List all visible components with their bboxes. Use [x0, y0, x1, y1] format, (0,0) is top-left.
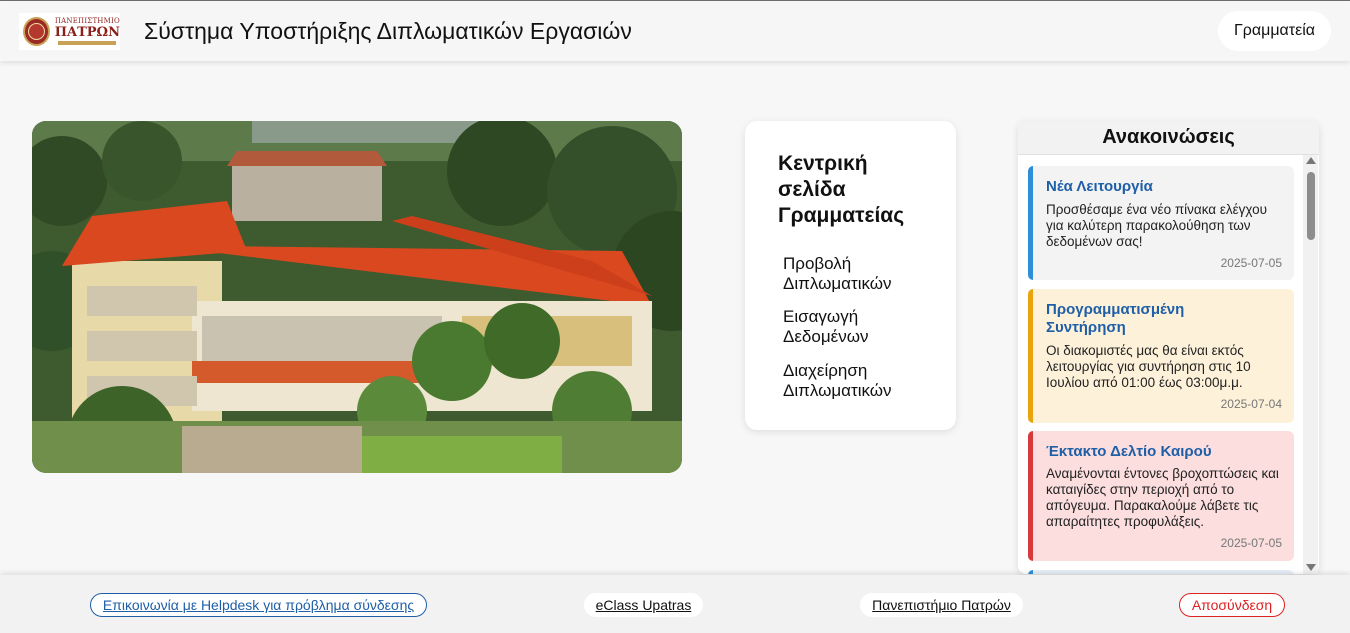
university-link[interactable]: Πανεπιστήμιο Πατρών	[860, 593, 1023, 617]
announcements-list[interactable]: Νέα Λειτουργία Προσθέσαμε ένα νέο πίνακα…	[1018, 156, 1306, 574]
announcement-card: Νέα Λειτουργία Προσθέσαμε ένα νέο πίνακα…	[1028, 166, 1294, 280]
eclass-link[interactable]: eClass Upatras	[584, 593, 703, 617]
scroll-up-arrow-icon[interactable]	[1306, 157, 1316, 164]
announcement-body: Αναμένονται έντονες βροχοπτώσεις και κατ…	[1046, 466, 1279, 529]
announcement-card: Έκτακτο Δελτίο Καιρού Αναμένονται έντονε…	[1028, 431, 1294, 561]
announcement-date: 2025-07-04	[1220, 397, 1282, 411]
announcements-title: Ανακοινώσεις	[1102, 126, 1235, 148]
announcement-card-partial	[1028, 570, 1294, 574]
announcement-date: 2025-07-05	[1220, 256, 1282, 270]
announcement-body: Οι διακομιστές μας θα είναι εκτός λειτου…	[1046, 343, 1251, 390]
announcements-header: Ανακοινώσεις	[1018, 121, 1319, 155]
menu-item-manage-theses[interactable]: Διαχείρηση Διπλωματικών	[783, 361, 943, 401]
logo-line1: ΠΑΝΕΠΙΣΤΗΜΙΟ	[54, 17, 120, 25]
footer: Επικοινωνία με Helpdesk για πρόβλημα σύν…	[0, 575, 1350, 633]
scroll-thumb[interactable]	[1307, 172, 1315, 240]
logo-underline	[58, 41, 117, 45]
university-logo[interactable]: ΠΑΝΕΠΙΣΤΗΜΙΟ ΠΑΤΡΩΝ	[19, 13, 120, 50]
helpdesk-link[interactable]: Επικοινωνία με Helpdesk για πρόβλημα σύν…	[90, 593, 427, 617]
announcements-scrollbar[interactable]	[1303, 155, 1318, 574]
announcement-title: Έκτακτο Δελτίο Καιρού	[1046, 443, 1212, 460]
campus-photo	[32, 121, 682, 473]
page-title: Σύστημα Υποστήριξης Διπλωματικών Εργασιώ…	[144, 18, 632, 44]
menu-item-import-data[interactable]: Εισαγωγή Δεδομένων	[783, 307, 943, 347]
scroll-down-arrow-icon[interactable]	[1306, 564, 1316, 571]
logo-line2: ΠΑΤΡΩΝ	[54, 25, 120, 40]
university-seal-icon	[23, 17, 50, 46]
menu-title: Κεντρική σελίδα Γραμματείας	[778, 152, 905, 227]
role-button[interactable]: Γραμματεία	[1218, 11, 1331, 51]
secretariat-menu: Κεντρική σελίδα Γραμματείας Προβολή Διπλ…	[745, 121, 956, 430]
announcements-panel: Ανακοινώσεις Νέα Λειτουργία Προσθέσαμε έ…	[1018, 121, 1319, 574]
header: ΠΑΝΕΠΙΣΤΗΜΙΟ ΠΑΤΡΩΝ Σύστημα Υποστήριξης …	[0, 1, 1350, 61]
announcement-date: 2025-07-05	[1220, 536, 1282, 550]
menu-item-view-theses[interactable]: Προβολή Διπλωματικών	[783, 254, 943, 294]
logout-button[interactable]: Αποσύνδεση	[1179, 593, 1285, 617]
announcement-body: Προσθέσαμε ένα νέο πίνακα ελέγχου για κα…	[1046, 202, 1267, 249]
announcement-card: Προγραμματισμένη Συντήρηση Οι διακομιστέ…	[1028, 289, 1294, 423]
announcement-title: Νέα Λειτουργία	[1046, 178, 1153, 195]
announcement-title: Προγραμματισμένη Συντήρηση	[1046, 301, 1185, 336]
